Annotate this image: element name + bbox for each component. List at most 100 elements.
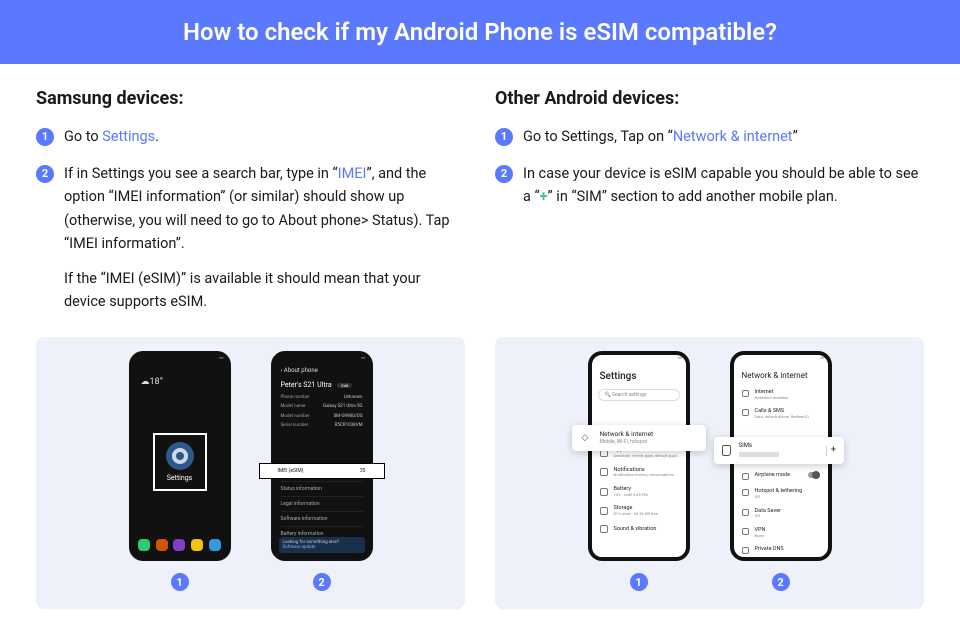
vpn-icon [742,528,749,535]
wifi-icon: ◇ [582,433,592,443]
plus-symbol: + [540,188,548,205]
settings-app-highlight: Settings [153,433,207,491]
shot-caption: 1 [630,573,648,591]
text: ” [793,128,798,145]
step-body: In case your device is eSIM capable you … [523,162,924,208]
step-body: Go to Settings. [64,125,465,148]
about-item: Legal information [281,496,363,511]
settings-item-notifications: NotificationsNotification history, conve… [592,463,686,482]
hotspot-icon [742,489,749,496]
text: . [155,128,159,145]
sim-icon [722,445,731,456]
banner-title: How to check if my Android Phone is eSIM… [183,18,777,46]
about-item: Software information [281,511,363,526]
settings-item-storage: Storage51% used - 63.36 GB free [592,501,686,520]
sound-icon [600,525,608,533]
other-heading: Other Android devices: [495,88,924,109]
samsung-column: Samsung devices: 1 Go to Settings. 2 If … [36,88,465,327]
shot-caption: 2 [772,573,790,591]
imei-link[interactable]: IMEI [338,165,367,182]
status-bar: ▪▪▪ [734,355,828,363]
phone-mock-pixel-network: ▪▪▪ Network & internet InternetNetworks … [730,351,832,561]
dock-icon [173,539,185,551]
samsung-heading: Samsung devices: [36,88,465,109]
step-bullet: 1 [36,128,54,146]
about-lower-list: Status information Legal information Sof… [281,481,363,541]
ni-item-datasaver: Data SaverOff [734,504,828,523]
step-bullet: 2 [495,165,513,183]
about-search-hint: Looking for something else? Software upd… [279,537,365,554]
callout-title: Network & internet [600,431,654,439]
text: If in Settings you see a search bar, typ… [64,165,338,182]
sims-label: SIMs [739,442,818,449]
toggle-icon [808,472,820,478]
about-row: Phone numberUnknown [275,393,369,402]
about-row: Serial numberR5CR1038VM [275,421,369,430]
shot-caption: 2 [313,573,331,591]
phone-mock-pixel-settings: ▪▪▪ Settings 🔍 Search settings AppsAssis… [588,351,690,561]
airplane-icon [742,473,749,480]
dock-icon [138,539,150,551]
ni-item-vpn: VPNNone [734,523,828,542]
shot-caption: 1 [171,573,189,591]
dns-icon [742,547,749,554]
dock-icon [209,539,221,551]
step-note: If the “IMEI (eSIM)” is available it sho… [64,267,465,313]
step-body: If in Settings you see a search bar, typ… [64,162,465,313]
text: Go to Settings, Tap on “ [523,128,673,145]
imei-esim-callout: IMEI (eSIM) 35 [259,463,385,479]
ni-item-privatedns: Private DNS [734,542,828,557]
imei-label: IMEI (eSIM) [278,468,304,474]
device-name: Peter's S21 Ultra Edit [281,381,363,389]
dock-icon [191,539,203,551]
phone-mock-samsung-about: ▪▪▪ ‹ About phone Peter's S21 Ultra Edit… [271,351,373,561]
battery-icon [600,488,608,496]
settings-link[interactable]: Settings [102,128,155,145]
bell-icon [600,468,608,476]
other-step-1: 1 Go to Settings, Tap on “Network & inte… [495,125,924,148]
imei-prefix: 35 [360,468,366,474]
add-sim-plus: + [826,446,836,456]
ni-item-calls: Calls & SMSData, default phone, RedteaGO [734,404,828,423]
about-item: Status information [281,481,363,496]
other-gallery: ▪▪▪ Settings 🔍 Search settings AppsAssis… [495,337,924,609]
settings-item-sound: Sound & vibration [592,521,686,537]
edit-button: Edit [337,383,352,388]
search-bar: 🔍 Search settings [598,389,680,401]
samsung-gallery: ▪▪▪ ☁18° Settings 1 [36,337,465,609]
status-bar: ▪▪▪ [592,355,686,363]
app-dock [133,539,227,551]
callout-sub: Mobile, Wi-Fi, hotspot [600,439,654,445]
phone-mock-samsung-home: ▪▪▪ ☁18° Settings [129,351,231,561]
gallery-row: ▪▪▪ ☁18° Settings 1 [0,327,960,609]
step-bullet: 1 [495,128,513,146]
settings-title: Settings [592,363,686,387]
ni-item-internet: InternetNetworks available [734,385,828,404]
sims-blurred [739,452,779,457]
text: ” in “SIM” section to add another mobile… [548,188,838,205]
samsung-step-1: 1 Go to Settings. [36,125,465,148]
status-bar: ▪▪▪ [133,355,227,363]
samsung-step-2: 2 If in Settings you see a search bar, t… [36,162,465,313]
phone-icon [742,409,749,416]
samsung-shot-2: ▪▪▪ ‹ About phone Peter's S21 Ultra Edit… [271,351,373,591]
about-header: ‹ About phone [275,363,369,378]
network-internet-callout: ◇ Network & internet Mobile, Wi-Fi, hots… [572,425,706,451]
about-row: Model numberSM-G998U/DS [275,412,369,421]
weather-widget: ☁18° [141,377,163,388]
text: Go to [64,128,102,145]
gear-icon [166,442,194,470]
datasaver-icon [742,509,749,516]
other-step-2: 2 In case your device is eSIM capable yo… [495,162,924,208]
samsung-shot-1: ▪▪▪ ☁18° Settings 1 [129,351,231,591]
about-row: Model nameGalaxy S21 Ultra 5G [275,402,369,411]
network-internet-link[interactable]: Network & internet [673,128,793,145]
page-banner: How to check if my Android Phone is eSIM… [0,0,960,64]
wifi-icon [742,390,749,397]
step-body: Go to Settings, Tap on “Network & intern… [523,125,924,148]
sims-callout: SIMs + [714,437,844,463]
step-bullet: 2 [36,165,54,183]
dock-icon [156,539,168,551]
other-column: Other Android devices: 1 Go to Settings,… [495,88,924,327]
content-columns: Samsung devices: 1 Go to Settings. 2 If … [0,64,960,327]
